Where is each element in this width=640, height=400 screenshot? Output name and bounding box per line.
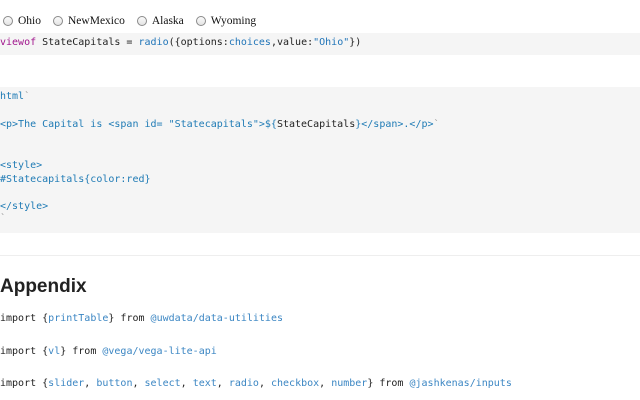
html-code-line: </style>: [0, 201, 49, 212]
import-source-link[interactable]: @vega/vega-lite-api: [102, 346, 216, 357]
html-code-line: <style>: [0, 160, 43, 171]
section-divider: [0, 255, 640, 256]
code-function: html: [0, 91, 25, 102]
code-text: StateCapitals =: [36, 37, 139, 48]
radio-option-wyoming[interactable]: Wyoming: [193, 15, 256, 27]
code-text: } from: [60, 346, 103, 357]
import-name-link[interactable]: checkbox: [271, 378, 319, 389]
code-text: ,: [84, 378, 97, 389]
code-text: ,: [319, 378, 332, 389]
import-name-link[interactable]: vl: [48, 346, 60, 357]
code-function: radio: [138, 37, 169, 48]
import-name-link[interactable]: slider: [48, 378, 84, 389]
code-text: import {: [0, 313, 49, 324]
import-source-link[interactable]: @jashkenas/inputs: [409, 378, 511, 389]
code-text: ,value:: [270, 37, 314, 48]
code-keyword: viewof: [0, 37, 37, 48]
html-code-line: #Statecapitals{color:red}: [0, 174, 151, 185]
code-text: } from: [108, 313, 151, 324]
import-name-link[interactable]: button: [96, 378, 132, 389]
viewof-code-cell[interactable]: viewof StateCapitals = radio({options:ch…: [0, 33, 640, 55]
state-radio-group: Ohio NewMexico Alaska Wyoming: [0, 12, 265, 30]
html-code-line: `: [0, 213, 7, 224]
code-text: import {: [0, 346, 49, 357]
code-variable: StateCapitals: [276, 119, 356, 130]
radio-option-alaska[interactable]: Alaska: [134, 15, 184, 27]
appendix-heading: Appendix: [0, 276, 87, 297]
code-variable: choices: [228, 37, 271, 48]
radio-button-icon[interactable]: [3, 16, 13, 26]
radio-label: NewMexico: [68, 15, 125, 27]
import-name-link[interactable]: radio: [229, 378, 259, 389]
import-name-link[interactable]: select: [145, 378, 181, 389]
code-template: }</span>.</p>: [355, 119, 434, 130]
viewof-code-line: viewof StateCapitals = radio({options:ch…: [0, 37, 361, 49]
html-code-line: html`: [0, 91, 30, 103]
code-text: ,: [216, 378, 229, 389]
import-name-link[interactable]: text: [193, 378, 217, 389]
code-text: ,: [180, 378, 193, 389]
radio-label: Ohio: [18, 15, 41, 27]
radio-label: Alaska: [151, 15, 184, 27]
code-text: ,: [132, 378, 145, 389]
radio-button-icon[interactable]: [53, 16, 63, 26]
radio-option-ohio[interactable]: Ohio: [0, 15, 41, 27]
code-text: }): [349, 37, 362, 48]
import-name-link[interactable]: printTable: [48, 313, 108, 324]
code-template: <p>The Capital is <span id= "Statecapita…: [0, 119, 277, 130]
code-text: ({options:: [168, 37, 229, 48]
code-text: import {: [0, 378, 49, 389]
radio-label: Wyoming: [210, 15, 257, 27]
radio-button-icon[interactable]: [136, 16, 147, 26]
radio-button-icon[interactable]: [195, 16, 206, 26]
code-backtick: `: [24, 91, 31, 102]
import-name-link[interactable]: number: [331, 378, 367, 389]
code-backtick: `: [433, 119, 440, 130]
import-line: import {slider, button, select, text, ra…: [0, 378, 512, 390]
import-line: import {vl} from @vega/vega-lite-api: [0, 346, 217, 358]
code-text: } from: [367, 378, 410, 389]
html-template-code-cell[interactable]: html` <p>The Capital is <span id= "State…: [0, 87, 640, 233]
html-code-line: <p>The Capital is <span id= "Statecapita…: [0, 119, 440, 131]
radio-option-newmexico[interactable]: NewMexico: [50, 15, 125, 27]
code-text: ,: [258, 378, 271, 389]
import-source-link[interactable]: @uwdata/data-utilities: [151, 313, 283, 324]
import-line: import {printTable} from @uwdata/data-ut…: [0, 313, 283, 325]
code-string: "Ohio": [313, 37, 350, 48]
